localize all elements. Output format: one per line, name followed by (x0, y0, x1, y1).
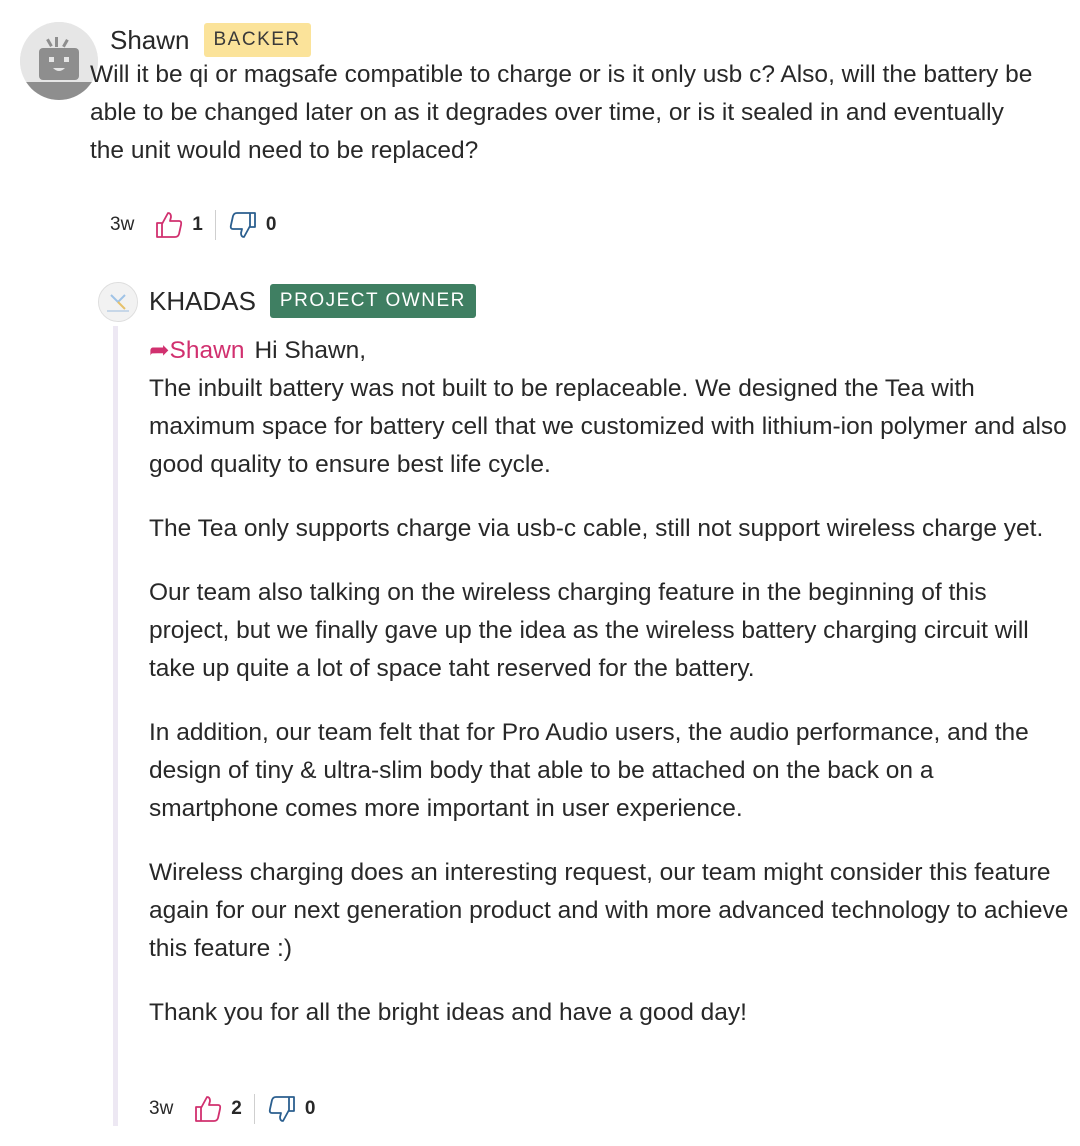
thumbs-down-icon (268, 1096, 295, 1122)
reply-paragraph: In addition, our team felt that for Pro … (149, 719, 1029, 822)
thread-line (113, 326, 118, 1126)
dislike-count: 0 (265, 214, 277, 235)
mention-link[interactable]: ➦Shawn (149, 337, 244, 364)
divider (214, 210, 216, 240)
reply-paragraph: The Tea only supports charge via usb-c c… (149, 515, 1044, 542)
reply-paragraph: Wireless charging does an interesting re… (149, 859, 1069, 962)
khadas-logo-icon (99, 283, 137, 321)
author-name[interactable]: KHADAS (149, 286, 256, 317)
dislike-count: 0 (304, 1098, 316, 1119)
thumbs-up-icon (195, 1096, 222, 1122)
greeting: Hi Shawn, (254, 337, 367, 364)
reply-first-line: ➦Shawn Hi Shawn, (149, 332, 1069, 370)
avatar[interactable] (20, 22, 98, 100)
owner-avatar[interactable] (98, 282, 138, 322)
like-button[interactable]: 2 (193, 1094, 242, 1124)
timestamp[interactable]: 3w (149, 1098, 173, 1120)
comment-text: Will it be qi or magsafe compatible to c… (90, 61, 1033, 164)
like-count: 1 (192, 214, 203, 235)
thumbs-down-icon (229, 212, 256, 238)
dislike-button[interactable]: 0 (228, 210, 277, 240)
reply-text: ➦Shawn Hi Shawn, The inbuilt battery was … (149, 332, 1069, 1058)
backer-badge: BACKER (203, 23, 311, 57)
author-name[interactable]: Shawn (110, 25, 190, 56)
reply-actions: 3w 2 0 (149, 1094, 315, 1124)
project-owner-badge: PROJECT OWNER (269, 284, 476, 318)
divider (253, 1094, 255, 1124)
like-count: 2 (231, 1098, 242, 1119)
dislike-button[interactable]: 0 (267, 1094, 316, 1124)
timestamp[interactable]: 3w (110, 214, 134, 236)
reply-paragraph: Our team also talking on the wireless ch… (149, 579, 1029, 682)
comment-actions: 3w 1 0 (110, 210, 276, 240)
reply-paragraph: Thank you for all the bright ideas and h… (149, 999, 747, 1026)
reply-header: KHADAS PROJECT OWNER (149, 282, 476, 320)
thumbs-up-icon (156, 212, 183, 238)
like-button[interactable]: 1 (154, 210, 203, 240)
reply-paragraph: The inbuilt battery was not built to be … (149, 375, 1067, 478)
robot-avatar-icon (20, 22, 98, 100)
